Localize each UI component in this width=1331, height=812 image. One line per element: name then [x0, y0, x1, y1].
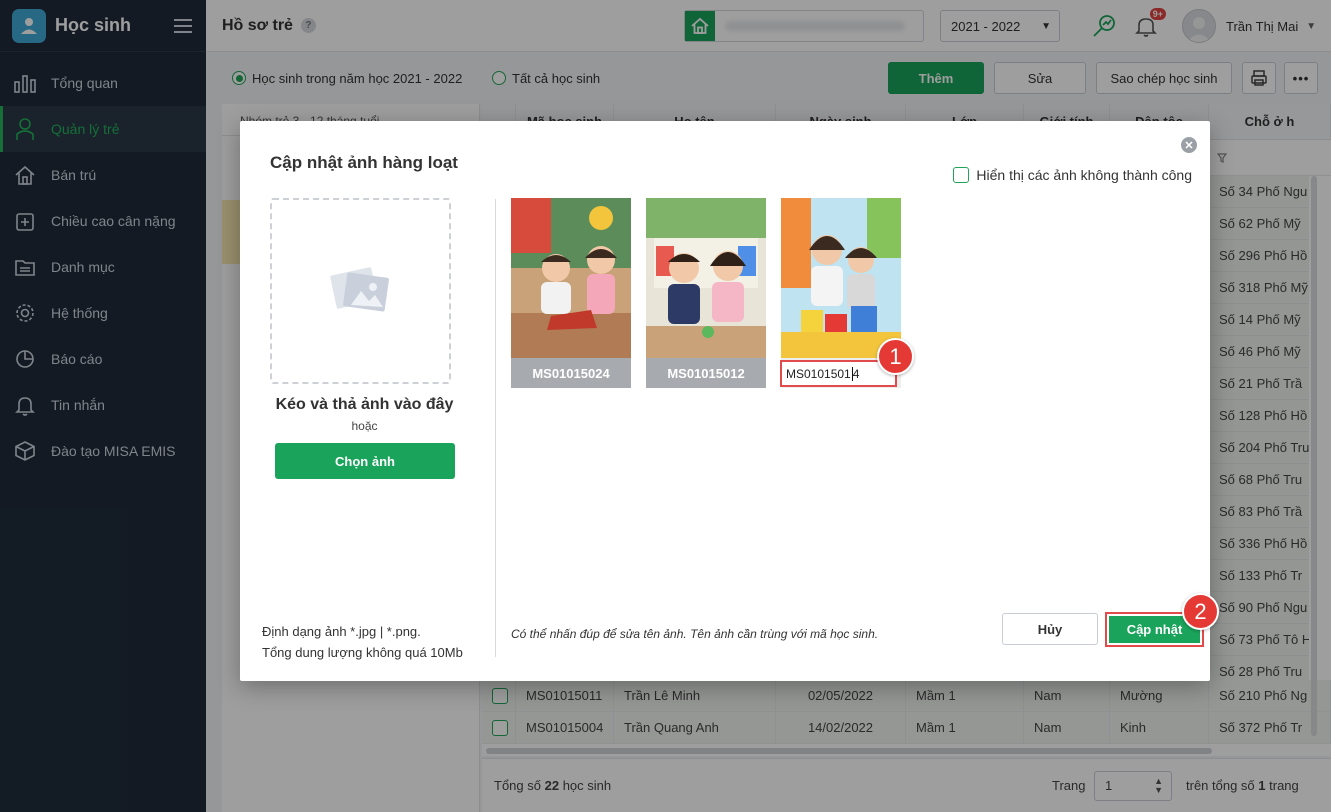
- photo-name-text: MS0101501: [786, 366, 851, 381]
- image-placeholder-icon: [329, 267, 389, 312]
- photo-caption[interactable]: MS01015024: [511, 358, 631, 388]
- show-failed-checkbox[interactable]: Hiển thị các ảnh không thành công: [953, 167, 1192, 183]
- vertical-divider: [495, 199, 496, 657]
- photo-card[interactable]: MS01015024: [511, 198, 631, 388]
- rename-hint: Có thể nhấn đúp để sửa tên ảnh. Tên ảnh …: [511, 627, 879, 641]
- photo-name-text-tail: 4: [852, 366, 860, 381]
- bulk-photo-update-dialog: Cập nhật ảnh hàng loạt ✕ Hiển thị các ản…: [240, 121, 1219, 681]
- size-line: Tổng dung lượng không quá 10Mb: [262, 645, 463, 660]
- drop-zone[interactable]: [270, 198, 451, 384]
- close-icon[interactable]: ✕: [1181, 137, 1197, 153]
- show-failed-label: Hiển thị các ảnh không thành công: [976, 167, 1192, 183]
- step-marker-2: 2: [1182, 593, 1219, 630]
- drop-title: Kéo và thả ảnh vào đây: [275, 396, 454, 413]
- choose-photo-button[interactable]: Chọn ảnh: [275, 443, 455, 479]
- child-photo: [511, 198, 631, 358]
- child-photo: [781, 198, 901, 358]
- cancel-button[interactable]: Hủy: [1002, 613, 1098, 645]
- drop-or-text: hoặc: [351, 419, 378, 433]
- dialog-title: Cập nhật ảnh hàng loạt: [270, 153, 458, 172]
- photo-card[interactable]: MS01015012: [646, 198, 766, 388]
- photo-caption[interactable]: MS01015012: [646, 358, 766, 388]
- format-line: Định dạng ảnh *.jpg | *.png.: [262, 624, 421, 639]
- checkbox-icon: [953, 167, 970, 183]
- format-note: Định dạng ảnh *.jpg | *.png. Tổng dung l…: [262, 621, 463, 663]
- step-marker-1: 1: [877, 338, 914, 375]
- child-photo: [646, 198, 766, 358]
